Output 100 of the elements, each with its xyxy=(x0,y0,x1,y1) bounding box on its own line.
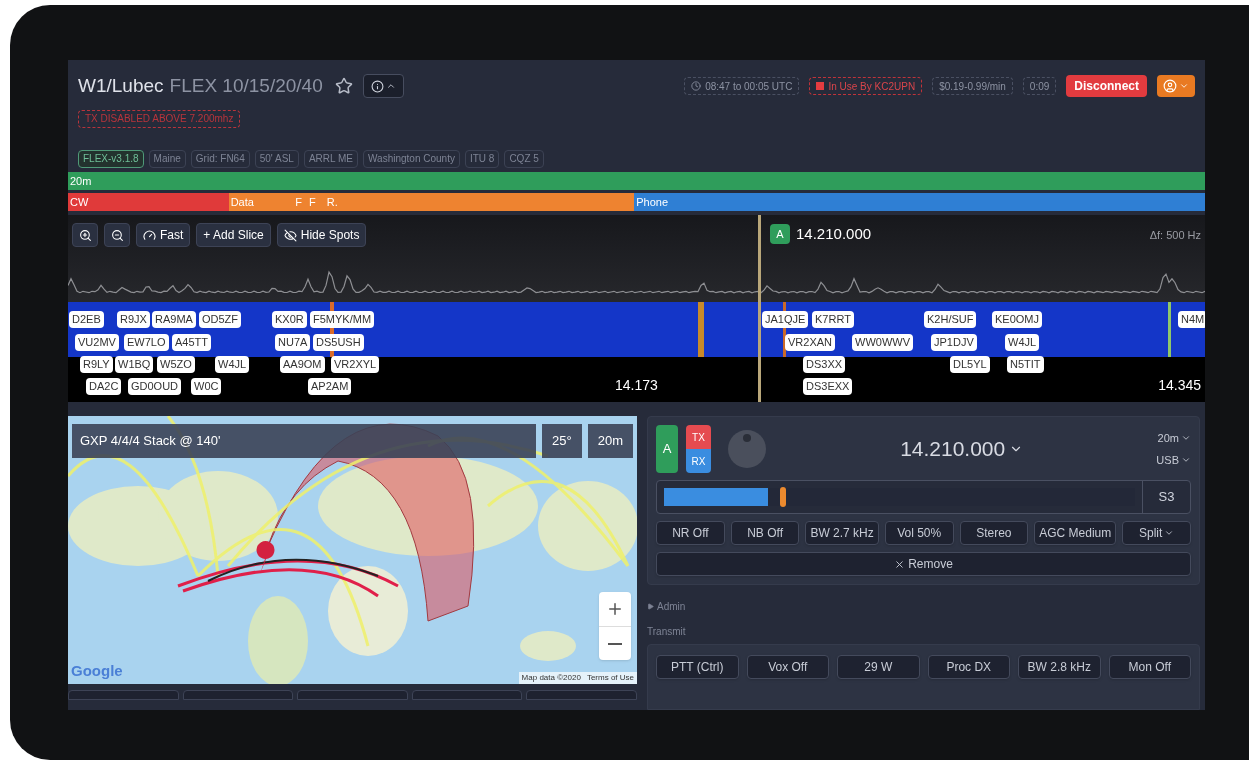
band-segment: R. xyxy=(324,193,635,211)
spot-label[interactable]: W5ZO xyxy=(157,356,195,373)
spot-label[interactable]: VU2MV xyxy=(75,334,119,351)
transmit-option-button[interactable]: Proc DX xyxy=(927,655,1010,679)
in-use-label: In Use By KC2UPN xyxy=(809,77,923,96)
spot-label[interactable]: W1BQ xyxy=(115,356,154,373)
spot-label[interactable]: N4M xyxy=(1178,311,1205,328)
spot-label[interactable]: RA9MA xyxy=(152,311,196,328)
fast-button[interactable]: Fast xyxy=(136,223,191,247)
admin-expander[interactable]: Admin xyxy=(647,599,1200,614)
info-tag: ITU 8 xyxy=(464,149,500,168)
slice-option-button[interactable]: AGC Medium xyxy=(1034,521,1117,545)
user-icon xyxy=(1163,79,1177,94)
zoom-in-icon xyxy=(78,228,92,242)
spot-label[interactable]: DA2C xyxy=(86,378,122,395)
disconnect-button[interactable]: Disconnect xyxy=(1066,75,1147,98)
spot-label[interactable]: W4JL xyxy=(1005,334,1040,351)
slice-option-button[interactable]: BW 2.7 kHz xyxy=(805,521,879,545)
slice-option-button[interactable]: NR Off xyxy=(656,521,725,545)
slice-option-button[interactable]: Stereo xyxy=(959,521,1029,545)
spot-label[interactable]: AA9OM xyxy=(280,356,325,373)
band-dropdown[interactable]: 20m xyxy=(1157,429,1191,446)
spot-label[interactable]: JA1QJE xyxy=(762,311,809,328)
rate-label: $0.19-0.99/min xyxy=(932,77,1013,96)
info-tag: Maine xyxy=(148,149,186,168)
spot-label[interactable]: WW0WWV xyxy=(852,334,913,351)
spot-label[interactable]: VR2XAN xyxy=(785,334,836,351)
schedule-label: 08:47 to 00:05 UTC xyxy=(684,77,800,96)
spot-label[interactable]: K2H/SUF xyxy=(924,311,977,328)
elapsed-time: 0:09 xyxy=(1022,77,1057,96)
peak-marker xyxy=(779,487,786,507)
spot-label[interactable]: W0C xyxy=(191,378,222,395)
spot-label[interactable]: D2EB xyxy=(69,311,104,328)
antenna-title: FLEX 10/15/20/40 xyxy=(169,74,323,98)
info-menu-button[interactable] xyxy=(362,74,404,99)
band-segment: F xyxy=(307,193,325,211)
spot-label[interactable]: A45TT xyxy=(172,334,211,351)
spot-label[interactable]: NU7A xyxy=(275,334,311,351)
spot-label[interactable]: VR2XYL xyxy=(331,356,380,373)
station-title: W1/Lubec xyxy=(78,74,164,98)
panadapter[interactable] xyxy=(68,215,1205,402)
slice-marker-line[interactable] xyxy=(758,215,761,402)
spot-label[interactable]: JP1DJV xyxy=(931,334,977,351)
spot-label[interactable]: AP2AM xyxy=(308,378,352,395)
band-segment: F xyxy=(293,193,308,211)
spot-label[interactable]: N5TIT xyxy=(1007,356,1044,373)
zoom-in-button[interactable] xyxy=(72,223,98,247)
transmit-option-button[interactable]: PTT (Ctrl) xyxy=(656,655,739,679)
transmit-option-button[interactable]: BW 2.8 kHz xyxy=(1018,655,1101,679)
band-segment: Phone xyxy=(634,193,1205,211)
slice-frequency: 14.210.000 xyxy=(796,224,872,244)
frequency-dropdown[interactable]: 14.210.000 xyxy=(900,433,1024,465)
spot-label[interactable]: KX0R xyxy=(272,311,307,328)
remove-slice-button[interactable]: Remove xyxy=(656,552,1191,576)
map-attribution: Map data ©2020 xyxy=(521,672,581,684)
spot-label[interactable]: DS3EXX xyxy=(803,378,853,395)
info-icon xyxy=(370,79,384,93)
add-slice-button[interactable]: + Add Slice xyxy=(196,223,271,247)
user-menu-button[interactable] xyxy=(1157,75,1195,98)
caret-icon xyxy=(647,603,654,610)
eye-off-icon xyxy=(283,228,297,242)
zoom-out-button[interactable] xyxy=(104,223,130,247)
spot-label[interactable]: KE0OMJ xyxy=(992,311,1042,328)
frequency-label: 14.173 xyxy=(615,376,658,395)
transmit-option-button[interactable]: 29 W xyxy=(837,655,920,679)
slice-option-button[interactable]: NB Off xyxy=(730,521,800,545)
band-bar: 20m xyxy=(68,172,1205,190)
plus-icon xyxy=(606,600,624,618)
delta-frequency: Δf: 500 Hz xyxy=(1149,228,1201,243)
slice-option-button[interactable]: Split xyxy=(1122,521,1191,545)
info-tag: Washington County xyxy=(363,149,460,168)
spot-label[interactable]: K7RRT xyxy=(812,311,854,328)
spot-label[interactable]: OD5ZF xyxy=(199,311,242,328)
clock-icon xyxy=(691,81,702,92)
mode-dropdown[interactable]: USB xyxy=(1156,452,1191,469)
spot-label[interactable]: R9JX xyxy=(117,311,150,328)
transmit-option-button[interactable]: Mon Off xyxy=(1108,655,1191,679)
spot-label[interactable]: W4JL xyxy=(215,356,250,373)
spot-label[interactable]: DS5USH xyxy=(313,334,364,351)
slice-option-button[interactable]: Vol 50% xyxy=(884,521,954,545)
band-segment: CW xyxy=(68,193,229,211)
spot-label[interactable]: DS3XX xyxy=(803,356,846,373)
terms-link[interactable]: Terms of Use xyxy=(586,672,634,684)
tx-warning-tag: TX DISABLED ABOVE 7.200mhz xyxy=(78,109,241,128)
gauge-icon xyxy=(143,228,156,242)
minus-icon xyxy=(608,642,622,645)
spot-label[interactable]: EW7LO xyxy=(124,334,169,351)
hide-spots-button[interactable]: Hide Spots xyxy=(276,223,367,247)
transmit-heading: Transmit xyxy=(647,625,687,639)
transmit-option-button[interactable]: Vox Off xyxy=(746,655,829,679)
spot-label[interactable]: F5MYK/MM xyxy=(310,311,375,328)
tx-badge[interactable]: TX xyxy=(686,425,711,449)
spot-label[interactable]: GD0OUD xyxy=(128,378,182,395)
signal-reading: S3 xyxy=(1142,481,1190,513)
band-label: 20m xyxy=(587,424,633,458)
favorite-star-icon[interactable] xyxy=(334,77,353,96)
spot-label[interactable]: R9LY xyxy=(80,356,113,373)
info-tag: CQZ 5 xyxy=(504,149,544,168)
info-tag: ARRL ME xyxy=(303,149,358,168)
spot-label[interactable]: DL5YL xyxy=(950,356,990,373)
